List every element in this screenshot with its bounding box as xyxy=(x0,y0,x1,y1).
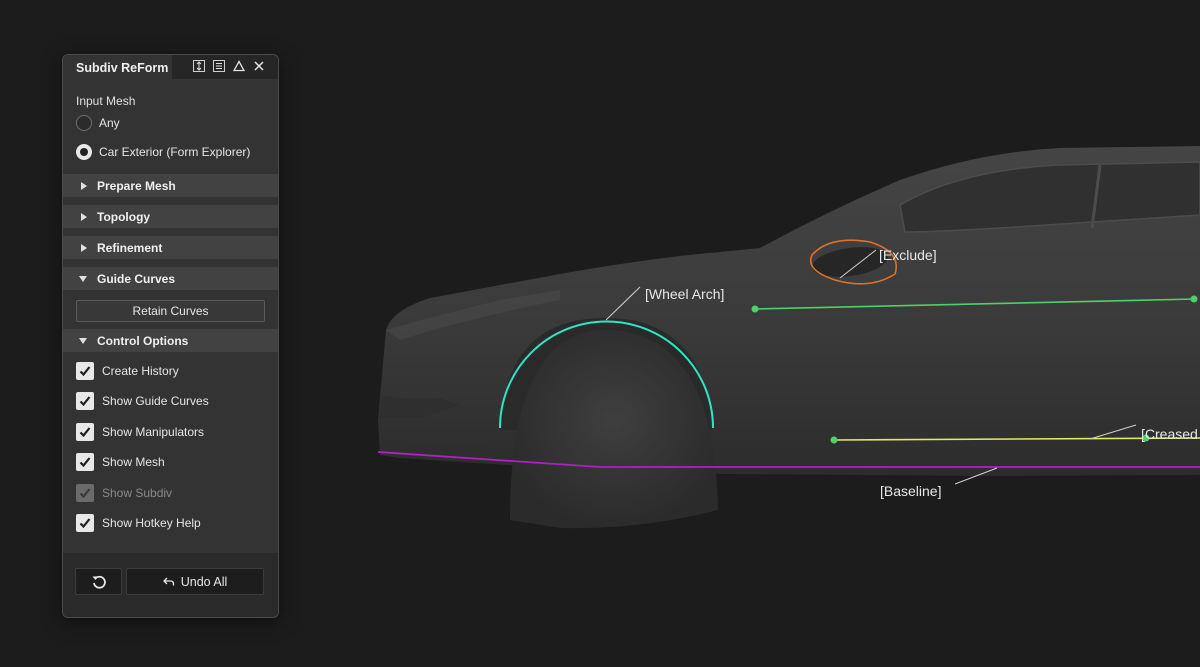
panel-footer: Undo All xyxy=(63,553,278,617)
baseline-annotation: [Baseline] xyxy=(880,483,942,499)
collapse-arrow-icon xyxy=(79,275,87,282)
checkbox-show-hotkey-help-label: Show Hotkey Help xyxy=(102,516,201,530)
checkmark-icon xyxy=(76,484,94,502)
checkbox-create-history-label: Create History xyxy=(102,364,179,378)
radio-button-any[interactable] xyxy=(76,115,92,131)
panel-tab-title[interactable]: Subdiv ReForm xyxy=(63,55,172,79)
radio-car-exterior[interactable]: Car Exterior (Form Explorer) xyxy=(76,144,250,160)
reset-icon xyxy=(92,575,106,589)
radio-any-label: Any xyxy=(99,116,120,130)
input-mesh-label: Input Mesh xyxy=(76,94,136,108)
undo-all-button[interactable]: Undo All xyxy=(126,568,264,595)
section-topology[interactable]: Topology xyxy=(63,205,278,228)
exclude-annotation: [Exclude] xyxy=(879,247,937,263)
section-topology-label: Topology xyxy=(97,209,151,224)
close-icon[interactable] xyxy=(252,59,266,73)
panel-titlebar[interactable]: Subdiv ReForm xyxy=(63,55,278,79)
checkbox-show-mesh-label: Show Mesh xyxy=(102,455,165,469)
wheel-arch-annotation: [Wheel Arch] xyxy=(645,286,725,302)
expand-arrow-icon xyxy=(81,243,87,252)
undo-icon xyxy=(162,577,174,585)
checkmark-icon[interactable] xyxy=(76,423,94,441)
checkbox-show-subdiv: Show Subdiv xyxy=(76,484,172,502)
list-icon[interactable] xyxy=(212,59,226,73)
reset-button[interactable] xyxy=(75,568,122,595)
checkmark-icon[interactable] xyxy=(76,514,94,532)
retain-curves-button[interactable]: Retain Curves xyxy=(76,300,265,322)
section-guide-curves[interactable]: Guide Curves xyxy=(63,267,278,290)
checkbox-show-hotkey-help[interactable]: Show Hotkey Help xyxy=(76,514,201,532)
radio-car-exterior-label: Car Exterior (Form Explorer) xyxy=(99,145,251,159)
checkbox-show-mesh[interactable]: Show Mesh xyxy=(76,453,165,471)
checkbox-show-manipulators-label: Show Manipulators xyxy=(102,425,205,439)
checkbox-show-guide-curves-label: Show Guide Curves xyxy=(102,394,209,408)
checkbox-show-guide-curves[interactable]: Show Guide Curves xyxy=(76,392,209,410)
checkmark-icon[interactable] xyxy=(76,362,94,380)
checkbox-show-manipulators[interactable]: Show Manipulators xyxy=(76,423,204,441)
checkbox-show-subdiv-label: Show Subdiv xyxy=(102,486,173,500)
section-guide-curves-label: Guide Curves xyxy=(97,271,176,286)
expand-arrow-icon xyxy=(81,212,87,221)
shoulder-guide-start-handle[interactable] xyxy=(751,305,759,313)
subdiv-reform-panel: Subdiv ReForm Input Mesh Any Car Exterio… xyxy=(62,54,279,618)
checkmark-icon[interactable] xyxy=(76,453,94,471)
radio-any[interactable]: Any xyxy=(76,115,120,131)
section-prepare-mesh[interactable]: Prepare Mesh xyxy=(63,174,278,197)
titlebar-icons xyxy=(192,59,266,73)
radio-button-car-exterior[interactable] xyxy=(76,144,92,160)
checkmark-icon[interactable] xyxy=(76,392,94,410)
resize-vertical-icon[interactable] xyxy=(192,59,206,73)
section-control-options-label: Control Options xyxy=(97,333,189,348)
creased-start-handle[interactable] xyxy=(830,436,838,444)
section-refinement-label: Refinement xyxy=(97,240,163,255)
creased-annotation: [Creased xyxy=(1141,426,1198,442)
section-control-options[interactable]: Control Options xyxy=(63,329,278,352)
expand-arrow-icon xyxy=(81,181,87,190)
undo-all-label: Undo All xyxy=(180,574,228,589)
section-refinement[interactable]: Refinement xyxy=(63,236,278,259)
collapse-arrow-icon xyxy=(79,337,87,344)
section-prepare-mesh-label: Prepare Mesh xyxy=(97,178,176,193)
checkbox-create-history[interactable]: Create History xyxy=(76,362,179,380)
shoulder-guide-end-handle[interactable] xyxy=(1190,295,1198,303)
triangle-icon[interactable] xyxy=(232,59,246,73)
